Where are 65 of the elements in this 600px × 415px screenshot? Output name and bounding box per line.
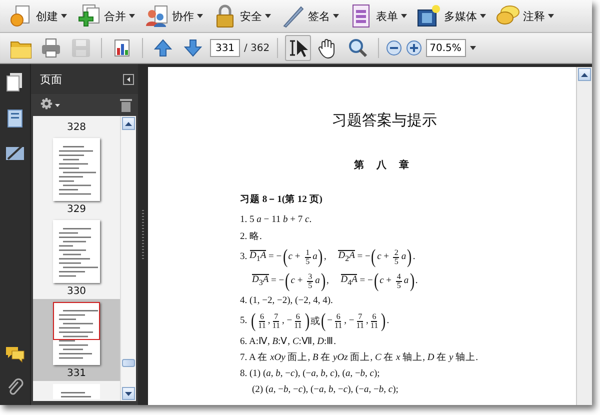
trash-icon[interactable]: [120, 98, 132, 112]
caret-icon: [333, 14, 339, 18]
answer-line: 6. A:Ⅳ, B:Ⅴ, C:Ⅶ, D:Ⅲ.: [240, 336, 338, 347]
zoom-out-button[interactable]: [386, 40, 402, 56]
signature-icon[interactable]: [5, 144, 25, 162]
chapter-heading: 第 八 章: [354, 158, 410, 172]
page-number-field[interactable]: 331: [210, 39, 240, 57]
caret-icon: [401, 14, 407, 18]
paperclip-icon[interactable]: [6, 377, 24, 397]
panel-title: 页面: [40, 72, 62, 86]
answer-line: 7. A 在 xOy 面上, B 在 yOz 面上, C 在 x 轴上, D 在 y 轴上.: [240, 351, 479, 364]
caret-icon: [129, 14, 135, 18]
down-arrow-icon: [184, 39, 202, 57]
pen-icon: [281, 4, 305, 28]
task-menu-button[interactable]: 签名: [280, 2, 340, 30]
up-caret-icon: [125, 122, 132, 126]
down-caret-icon: [125, 392, 132, 396]
select-tool-button[interactable]: [284, 35, 311, 61]
left-caret-icon: [127, 76, 130, 82]
people-icon: [145, 4, 169, 28]
page-thumbnail-item[interactable]: 329: [33, 135, 120, 217]
options-button[interactable]: [39, 98, 60, 112]
page-thumbnail-item[interactable]: 331: [33, 299, 120, 381]
caret-icon: [61, 14, 67, 18]
answer-line: 4. (1, −2, −2), (−2, 4, 4).: [240, 295, 334, 307]
gear-icon: [39, 98, 54, 112]
pages-icon[interactable]: [6, 72, 24, 92]
document-plus-icon: [77, 4, 101, 28]
page-count: / 362: [244, 42, 270, 54]
collapse-button[interactable]: [123, 74, 134, 84]
task-menu-button[interactable]: 注释: [495, 2, 555, 30]
caret-icon: [55, 104, 60, 106]
zoom-field[interactable]: 70.5%: [426, 39, 466, 57]
caret-icon: [470, 46, 476, 50]
visible-area-frame[interactable]: [53, 302, 100, 340]
up-caret-icon: [581, 72, 588, 76]
task-menu-button[interactable]: 协作: [144, 2, 204, 30]
task-menu-button[interactable]: 安全: [212, 2, 272, 30]
film-icon: [417, 4, 441, 28]
caret-icon: [197, 14, 203, 18]
task-menu-button[interactable]: 表单: [348, 2, 408, 30]
task-menu-button[interactable]: 多媒体: [416, 2, 487, 30]
caret-icon: [548, 14, 554, 18]
scroll-down-button[interactable]: [122, 387, 135, 400]
answer-line: 2. 略.: [240, 230, 263, 243]
comments-icon[interactable]: [5, 345, 25, 363]
up-arrow-icon: [154, 39, 172, 57]
magnifier-icon: [346, 37, 369, 59]
section-heading: 习题 8－1(第 12 页): [240, 193, 324, 206]
scroll-up-button[interactable]: [578, 68, 591, 81]
answer-line: 8. (1) (a, b, −c), (−a, b, c), (a, −b, c);: [240, 368, 381, 380]
caret-icon: [480, 14, 486, 18]
scrollbar-thumb[interactable]: [122, 359, 135, 367]
answer-line: 1. 5 a − 11 b + 7 c.: [240, 214, 313, 226]
task-menu-button[interactable]: 合并: [76, 2, 136, 30]
bookmark-pages-icon[interactable]: [6, 108, 24, 128]
zoom-in-button[interactable]: [406, 40, 422, 56]
caret-icon: [265, 14, 271, 18]
page-thumbnail-item[interactable]: 328: [33, 116, 120, 135]
printer-icon: [40, 37, 62, 59]
task-menu-button[interactable]: 创建: [8, 2, 68, 30]
document-title: 习题答案与提示: [332, 111, 438, 130]
answer-line: (2) (a, −b, −c), (−a, b, −c), (−a, −b, c);: [251, 384, 400, 396]
page-thumbnail-item[interactable]: 330: [33, 217, 120, 299]
scroll-up-button[interactable]: [122, 117, 135, 130]
